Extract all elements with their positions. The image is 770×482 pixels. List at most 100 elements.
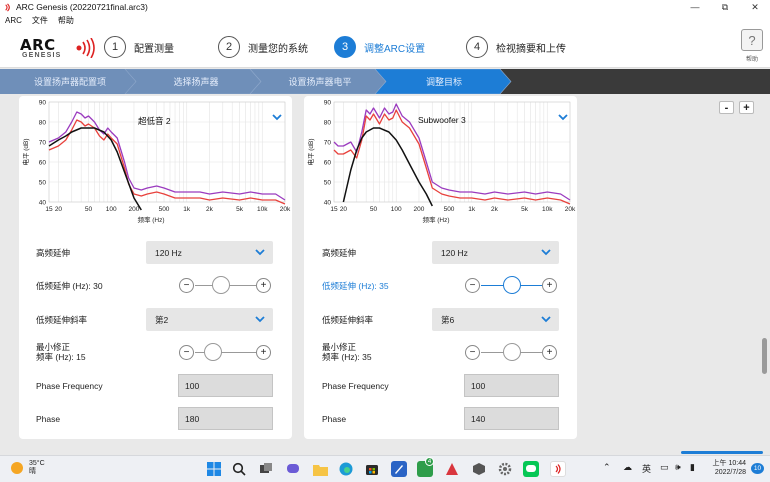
low-ext-slider[interactable]: − + bbox=[465, 276, 557, 294]
pen-app-icon[interactable] bbox=[391, 461, 407, 477]
series-line-2 bbox=[48, 127, 142, 211]
high-ext-select[interactable]: 120 Hz bbox=[432, 241, 559, 264]
start-icon[interactable] bbox=[206, 461, 222, 477]
x-axis-label: 频率 (Hz) bbox=[137, 215, 164, 224]
step-4[interactable]: 4 检视摘要和上传 bbox=[466, 36, 566, 58]
breadcrumb-speaker-config[interactable]: 设置扬声器配置项 bbox=[10, 69, 130, 94]
window-title: ARC Genesis (20220721final.arc3) bbox=[16, 2, 148, 12]
low-ext-decrement[interactable]: − bbox=[465, 278, 480, 293]
step-1-label: 配置测量 bbox=[134, 43, 174, 55]
step-3[interactable]: 3 调整ARC设置 bbox=[334, 36, 425, 58]
x-tick-label: 1k bbox=[468, 206, 476, 213]
slope-select[interactable]: 第6 bbox=[432, 308, 559, 331]
store-icon[interactable] bbox=[364, 461, 380, 477]
menu-bar: ARC 文件 帮助 bbox=[0, 14, 770, 26]
line-app-icon[interactable] bbox=[523, 461, 539, 477]
x-tick-label: 20 bbox=[340, 206, 348, 213]
low-ext-increment[interactable]: + bbox=[542, 278, 557, 293]
close-button[interactable]: ✕ bbox=[740, 0, 770, 14]
zoom-in-button[interactable]: + bbox=[739, 101, 754, 114]
min-corr-increment[interactable]: + bbox=[256, 345, 271, 360]
x-tick-label: 2k bbox=[206, 206, 214, 213]
breadcrumb-speaker-levels[interactable]: 设置扬声器电平 bbox=[260, 69, 380, 94]
file-explorer-icon[interactable] bbox=[312, 461, 328, 477]
help-button[interactable]: ? 帮助 bbox=[740, 29, 764, 63]
phase-label: Phase bbox=[322, 414, 347, 424]
phase-field[interactable]: 180 bbox=[178, 407, 273, 430]
settings-gear-icon[interactable] bbox=[497, 461, 513, 477]
taskbar: 35°C 晴 4 ⌃ ☁ 英 ▭ 🕪 ▮ 上午 10:44 2022/7/28 … bbox=[0, 455, 770, 482]
clock-date: 2022/7/28 bbox=[714, 469, 746, 476]
x-axis-label: 频率 (Hz) bbox=[422, 215, 449, 224]
breadcrumb-bar: 设置扬声器配置项 选择扬声器 设置扬声器电平 调整目标 bbox=[0, 69, 770, 94]
cube-app-icon[interactable] bbox=[471, 461, 487, 477]
phase-frequency-label: Phase Frequency bbox=[322, 381, 389, 391]
chevron-down-icon bbox=[541, 316, 551, 323]
x-tick-label: 10k bbox=[542, 206, 553, 213]
chevron-down-icon bbox=[255, 316, 265, 323]
low-ext-decrement[interactable]: − bbox=[179, 278, 194, 293]
high-ext-value: 120 Hz bbox=[441, 247, 468, 258]
y-tick-label: 90 bbox=[324, 100, 332, 107]
input-language[interactable]: 英 bbox=[642, 462, 651, 475]
speaker-icon[interactable]: 🕪 bbox=[675, 462, 681, 473]
notification-badge[interactable]: 10 bbox=[751, 463, 764, 474]
breadcrumb-adjust-target[interactable]: 调整目标 bbox=[384, 69, 504, 94]
slider-thumb[interactable] bbox=[204, 343, 223, 361]
y-tick-label: 80 bbox=[324, 120, 332, 127]
network-icon[interactable]: ▭ bbox=[660, 462, 669, 473]
phase-frequency-field[interactable]: 100 bbox=[178, 374, 273, 397]
chevron-down-icon[interactable] bbox=[558, 113, 568, 121]
chat-icon[interactable] bbox=[285, 461, 301, 477]
min-corr-slider[interactable]: − + bbox=[465, 343, 557, 361]
x-tick-label: 10k bbox=[257, 206, 268, 213]
min-corr-decrement[interactable]: − bbox=[179, 345, 194, 360]
min-corr-label-line2: 频率 (Hz): 35 bbox=[322, 352, 372, 362]
low-ext-increment[interactable]: + bbox=[256, 278, 271, 293]
chart-area: 90 80 70 60 50 40 15 20 50 100 200 500 1k 2k 5k 10k 20k 频… bbox=[19, 96, 292, 226]
clock[interactable]: 上午 10:44 2022/7/28 bbox=[706, 459, 746, 477]
x-tick-label: 500 bbox=[159, 206, 170, 213]
step-1[interactable]: 1 配置测量 bbox=[104, 36, 174, 58]
phase-frequency-field[interactable]: 100 bbox=[464, 374, 559, 397]
min-corr-increment[interactable]: + bbox=[542, 345, 557, 360]
task-view-icon[interactable] bbox=[258, 461, 274, 477]
arc-taskbar-icon[interactable] bbox=[550, 461, 566, 477]
chevron-down-icon[interactable] bbox=[272, 113, 282, 121]
horizontal-scrollbar[interactable] bbox=[681, 451, 763, 454]
low-ext-slider[interactable]: − + bbox=[179, 276, 271, 294]
slope-select[interactable]: 第2 bbox=[146, 308, 273, 331]
min-corr-decrement[interactable]: − bbox=[465, 345, 480, 360]
search-icon[interactable] bbox=[231, 461, 247, 477]
y-tick-label: 60 bbox=[39, 160, 47, 167]
phase-field[interactable]: 140 bbox=[464, 407, 559, 430]
slider-thumb[interactable] bbox=[502, 276, 521, 294]
x-tick-label: 15 bbox=[45, 206, 53, 213]
phase-frequency-value: 100 bbox=[185, 380, 200, 391]
menu-help[interactable]: 帮助 bbox=[58, 15, 74, 26]
high-ext-select[interactable]: 120 Hz bbox=[146, 241, 273, 264]
office-app-icon[interactable] bbox=[444, 461, 460, 477]
slope-label: 低频延伸斜率 bbox=[322, 315, 374, 325]
battery-icon[interactable]: ▮ bbox=[690, 462, 695, 473]
cloud-icon[interactable]: ☁ bbox=[623, 462, 632, 473]
zoom-out-button[interactable]: - bbox=[719, 101, 734, 114]
step-2[interactable]: 2 测量您的系统 bbox=[218, 36, 308, 58]
slider-thumb[interactable] bbox=[211, 276, 230, 294]
maximize-button[interactable]: ⧉ bbox=[710, 0, 740, 14]
menu-file[interactable]: 文件 bbox=[32, 15, 48, 26]
weather-widget[interactable]: 35°C 晴 bbox=[11, 460, 45, 476]
chevron-up-icon[interactable]: ⌃ bbox=[603, 462, 611, 473]
y-tick-label: 50 bbox=[39, 180, 47, 187]
edge-browser-icon[interactable] bbox=[338, 461, 354, 477]
slider-thumb[interactable] bbox=[502, 343, 521, 361]
min-corr-slider[interactable]: − + bbox=[179, 343, 271, 361]
line-chat-icon[interactable]: 4 bbox=[417, 457, 434, 477]
menu-arc[interactable]: ARC bbox=[5, 16, 22, 25]
x-tick-label: 20k bbox=[565, 206, 576, 213]
vertical-scrollbar[interactable] bbox=[762, 338, 767, 374]
chart-title: 超低音 2 bbox=[138, 116, 171, 126]
breadcrumb-select-speakers[interactable]: 选择扬声器 bbox=[136, 69, 256, 94]
minimize-button[interactable]: — bbox=[680, 0, 710, 14]
step-1-number: 1 bbox=[104, 36, 126, 58]
